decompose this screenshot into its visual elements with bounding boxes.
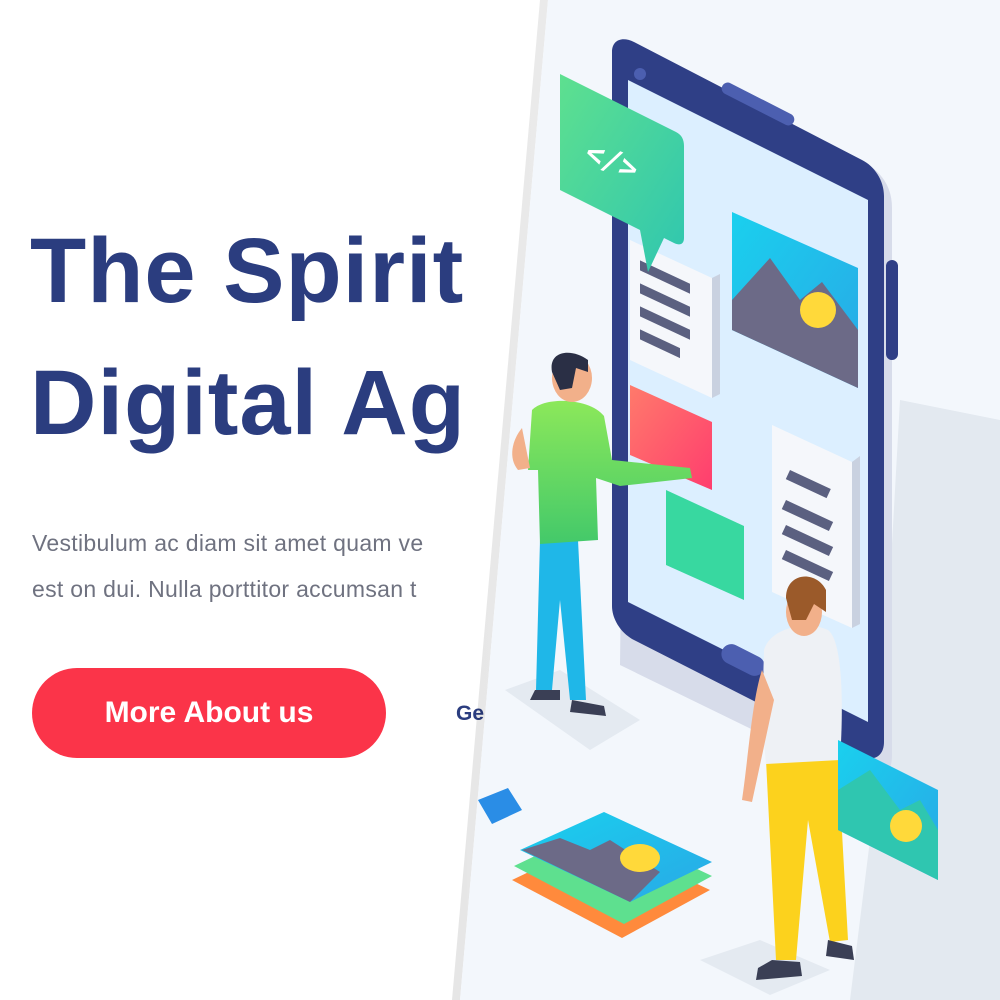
hero-description: Vestibulum ac diam sit amet quam ve est … [32, 520, 423, 612]
headline-line-2: Digital Ag [30, 352, 466, 454]
description-line-1: Vestibulum ac diam sit amet quam ve [32, 530, 424, 556]
headline-line-1: The Spirit [30, 220, 465, 322]
hero-headline: The Spirit Digital Ag [30, 205, 466, 469]
more-about-us-button[interactable]: More About us [32, 668, 386, 758]
stacked-image-tiles [512, 812, 712, 938]
description-line-2: est on dui. Nulla porttitor accumsan t [32, 576, 417, 602]
small-blue-tile [478, 788, 522, 824]
